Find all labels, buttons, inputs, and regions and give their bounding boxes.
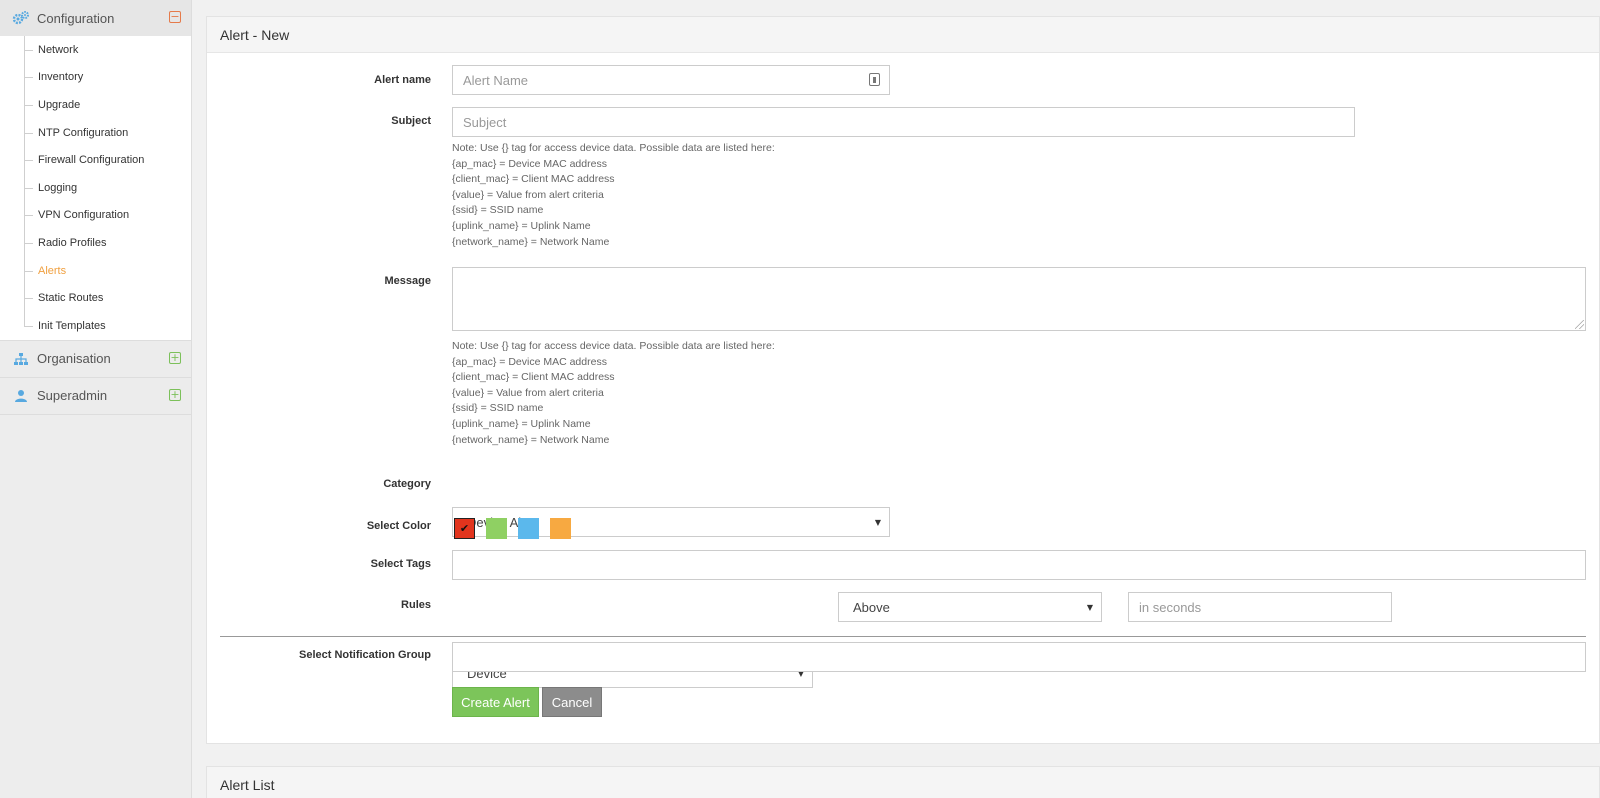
message-textarea[interactable] bbox=[452, 267, 1586, 331]
note-line: {ap_mac} = Device MAC address bbox=[452, 355, 607, 368]
gears-icon bbox=[12, 9, 30, 27]
expand-icon[interactable]: + bbox=[169, 351, 181, 364]
cancel-button[interactable]: Cancel bbox=[542, 687, 602, 717]
check-icon: ✔ bbox=[459, 522, 470, 535]
sitemap-icon bbox=[12, 350, 30, 368]
rules-label: Rules bbox=[401, 599, 431, 611]
panel-title: Alert - New bbox=[207, 17, 1599, 53]
note-line: {ssid} = SSID name bbox=[452, 204, 544, 217]
subject-note: Note: Use {} tag for access device data.… bbox=[452, 141, 775, 250]
sidebar-item-inventory[interactable]: Inventory bbox=[0, 64, 191, 92]
rule-operator-select[interactable]: Above ▼ bbox=[838, 592, 1102, 622]
note-line: {ssid} = SSID name bbox=[452, 402, 544, 415]
sidebar-item-radio-profiles[interactable]: Radio Profiles bbox=[0, 229, 191, 257]
message-label: Message bbox=[384, 275, 431, 287]
sidebar-head-label: Configuration bbox=[37, 10, 115, 26]
sidebar-item-firewall-configuration[interactable]: Firewall Configuration bbox=[0, 146, 191, 174]
sidebar-section-organisation: Organisation + bbox=[0, 340, 191, 378]
message-note: Note: Use {} tag for access device data.… bbox=[452, 339, 775, 448]
sidebar: Configuration − Network Inventory Upgrad… bbox=[0, 0, 192, 798]
alert-name-label: Alert name bbox=[374, 74, 431, 86]
note-line: {client_mac} = Client MAC address bbox=[452, 371, 615, 384]
message-wrapper bbox=[452, 267, 1586, 331]
sidebar-item-ntp-configuration[interactable]: NTP Configuration bbox=[0, 119, 191, 147]
sidebar-item-network[interactable]: Network bbox=[0, 36, 191, 64]
sidebar-head-label: Organisation bbox=[37, 351, 111, 367]
notification-group-label: Select Notification Group bbox=[298, 649, 431, 661]
select-color-label: Select Color bbox=[366, 520, 431, 532]
panel-title: Alert List bbox=[207, 767, 1599, 798]
alert-name-wrapper bbox=[452, 65, 890, 95]
note-line: {uplink_name} = Uplink Name bbox=[452, 219, 591, 232]
alert-name-input[interactable] bbox=[452, 65, 890, 95]
alert-new-panel: Alert - New Alert name Subject Note: Use… bbox=[206, 16, 1600, 744]
color-swatch-red[interactable]: ✔ bbox=[454, 518, 475, 539]
field-info-icon bbox=[869, 73, 880, 86]
color-swatch-blue[interactable] bbox=[518, 518, 539, 539]
sidebar-head-label: Superadmin bbox=[37, 388, 108, 404]
sidebar-item-vpn-configuration[interactable]: VPN Configuration bbox=[0, 202, 191, 230]
resize-handle-icon[interactable] bbox=[1575, 320, 1584, 329]
create-alert-button[interactable]: Create Alert bbox=[452, 687, 539, 717]
sidebar-item-alerts[interactable]: Alerts bbox=[0, 257, 191, 285]
alert-list-panel: Alert List bbox=[206, 766, 1600, 798]
note-line: {network_name} = Network Name bbox=[452, 433, 610, 446]
sidebar-head-superadmin[interactable]: Superadmin + bbox=[0, 377, 191, 414]
sidebar-section-configuration: Configuration − Network Inventory Upgrad… bbox=[0, 0, 191, 341]
expand-icon[interactable]: + bbox=[169, 388, 181, 401]
sidebar-item-logging[interactable]: Logging bbox=[0, 174, 191, 202]
caret-down-icon: ▼ bbox=[874, 518, 881, 527]
category-label: Category bbox=[383, 478, 431, 490]
note-line: Note: Use {} tag for access device data.… bbox=[452, 340, 775, 352]
sidebar-item-static-routes[interactable]: Static Routes bbox=[0, 284, 191, 312]
sidebar-item-init-templates[interactable]: Init Templates bbox=[0, 312, 191, 340]
color-swatch-orange[interactable] bbox=[550, 518, 571, 539]
note-line: {value} = Value from alert criteria bbox=[452, 188, 604, 201]
note-line: {uplink_name} = Uplink Name bbox=[452, 417, 591, 430]
note-line: Note: Use {} tag for access device data.… bbox=[452, 142, 775, 154]
collapse-icon[interactable]: − bbox=[169, 11, 181, 23]
subject-input[interactable] bbox=[452, 107, 1355, 137]
note-line: {value} = Value from alert criteria bbox=[452, 386, 604, 399]
note-line: {client_mac} = Client MAC address bbox=[452, 173, 615, 186]
note-line: {ap_mac} = Device MAC address bbox=[452, 157, 607, 170]
subject-label: Subject bbox=[391, 115, 431, 127]
sidebar-list-configuration: Network Inventory Upgrade NTP Configurat… bbox=[0, 36, 191, 340]
user-icon bbox=[12, 387, 30, 405]
notification-group-input[interactable] bbox=[452, 642, 1586, 672]
sidebar-section-superadmin: Superadmin + bbox=[0, 377, 191, 415]
rule-operator-value: Above bbox=[853, 599, 890, 615]
sidebar-item-upgrade[interactable]: Upgrade bbox=[0, 91, 191, 119]
note-line: {network_name} = Network Name bbox=[452, 235, 610, 248]
rule-seconds-input[interactable] bbox=[1128, 592, 1392, 622]
select-tags-label: Select Tags bbox=[370, 558, 431, 570]
sidebar-head-organisation[interactable]: Organisation + bbox=[0, 340, 191, 377]
select-tags-input[interactable] bbox=[452, 550, 1586, 580]
color-swatch-green[interactable] bbox=[486, 518, 507, 539]
sidebar-head-configuration[interactable]: Configuration − bbox=[0, 0, 191, 36]
form-divider bbox=[220, 636, 1586, 637]
caret-down-icon: ▼ bbox=[1086, 603, 1093, 612]
